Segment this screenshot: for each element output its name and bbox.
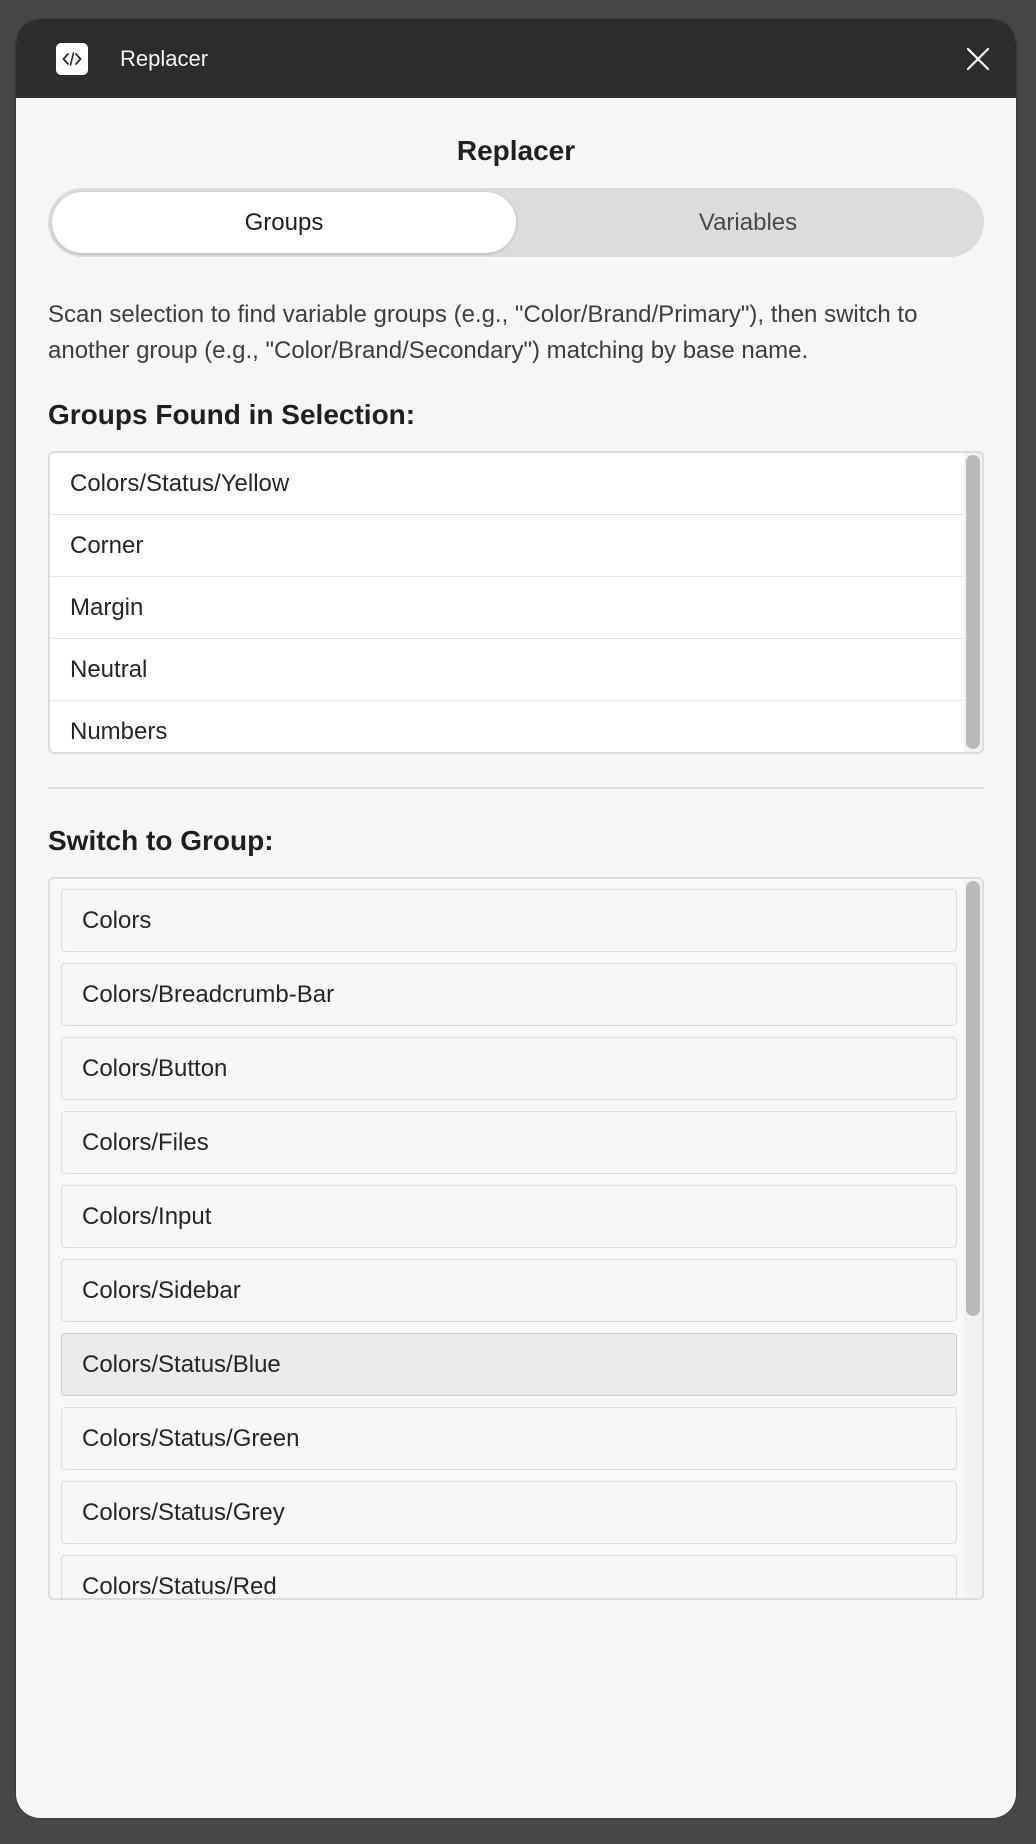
section-divider [48,787,984,789]
scrollbar-track[interactable] [964,453,982,752]
list-item[interactable]: Margin [50,577,964,639]
group-option[interactable]: Colors/Files [61,1111,957,1174]
tab-variables[interactable]: Variables [516,192,980,253]
group-option[interactable]: Colors/Button [61,1037,957,1100]
groups-found-list: Colors/Status/Yellow Corner Margin Neutr… [48,451,984,754]
group-option[interactable]: Colors/Sidebar [61,1259,957,1322]
scrollbar-track[interactable] [964,879,982,1598]
scrollbar-thumb[interactable] [966,881,980,1316]
list-item[interactable]: Corner [50,515,964,577]
plugin-window: Replacer Replacer Groups Variables Scan … [16,19,1016,1818]
mode-tabs: Groups Variables [48,188,984,257]
list-item[interactable]: Neutral [50,639,964,701]
group-option[interactable]: Colors/Status/Green [61,1407,957,1470]
title-bar: Replacer [16,19,1016,98]
main-content: Replacer Groups Variables Scan selection… [16,134,1016,1600]
tab-groups[interactable]: Groups [52,192,516,253]
close-icon [966,47,990,70]
group-option[interactable]: Colors [61,889,957,952]
page-title: Replacer [456,135,576,166]
scrollbar-thumb[interactable] [966,455,980,749]
group-option[interactable]: Colors/Breadcrumb-Bar [61,963,957,1026]
group-option[interactable]: Colors/Status/Grey [61,1481,957,1544]
window-title: Replacer [120,45,209,71]
description-text: Scan selection to find variable groups (… [48,301,918,364]
switch-group-list: Colors Colors/Breadcrumb-Bar Colors/Butt… [48,877,984,1600]
switch-to-group-title: Switch to Group: [48,825,274,856]
code-brackets-icon [56,42,88,75]
group-option[interactable]: Colors/Input [61,1185,957,1248]
group-option[interactable]: Colors/Status/Red [61,1555,957,1598]
list-item[interactable]: Numbers [50,701,964,752]
group-option-hovered[interactable]: Colors/Status/Blue [61,1333,957,1396]
groups-found-title: Groups Found in Selection: [48,399,416,430]
close-button[interactable] [960,41,996,77]
list-item[interactable]: Colors/Status/Yellow [50,453,964,515]
